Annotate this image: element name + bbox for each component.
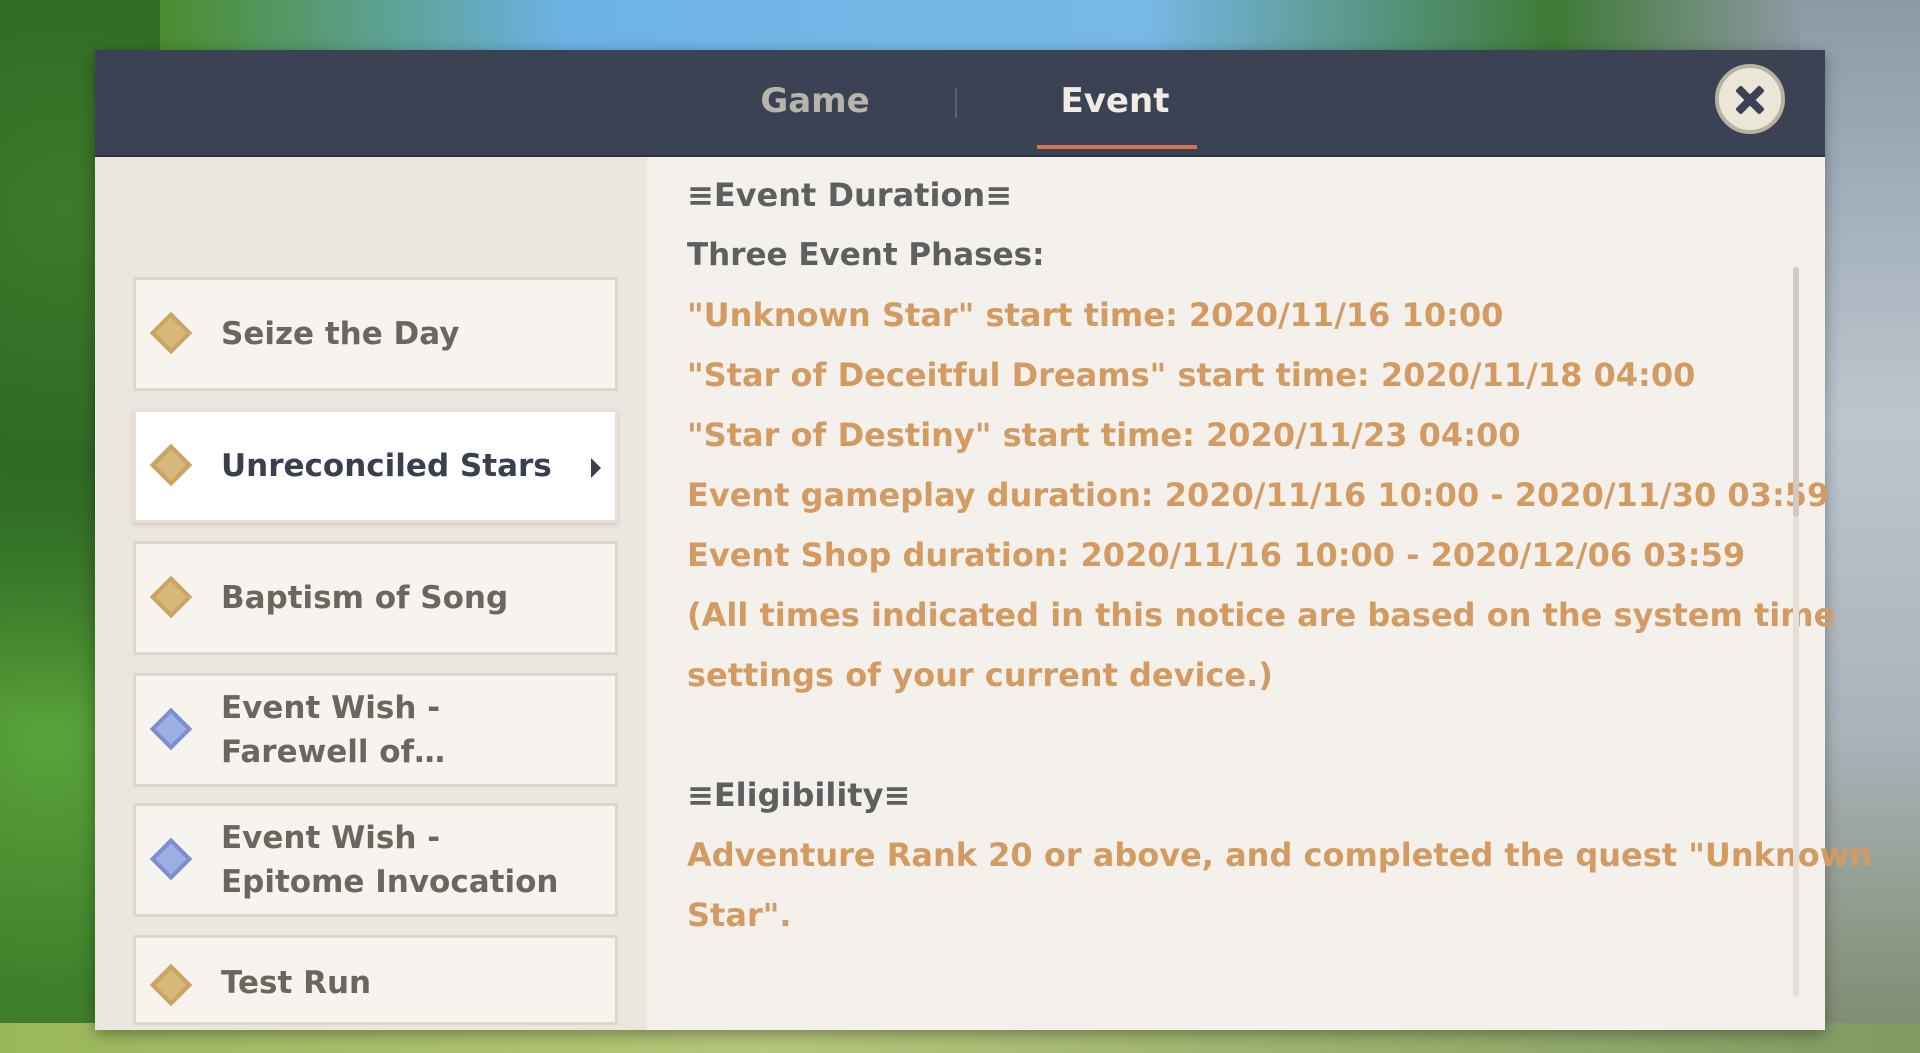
sidebar-item-label: Event Wish - Farewell of… [221,690,446,770]
sidebar-item-event-wish-farewell[interactable]: Event Wish - Farewell of… [133,673,618,787]
section-heading-duration: ≡Event Duration≡ [687,176,1013,214]
wish-star-icon [149,707,193,751]
wish-star-icon [149,837,193,881]
close-button[interactable] [1715,64,1785,134]
diamond-flag-icon [149,963,193,1007]
diamond-flag-icon [149,443,193,487]
tab-event[interactable]: Event [1035,76,1195,132]
sidebar-item-label: Seize the Day [221,316,460,352]
tab-divider [955,88,957,118]
sidebar-item-baptism-of-song[interactable]: Baptism of Song [133,541,618,655]
scrollbar-thumb[interactable] [1793,267,1799,517]
eligibility-line-1: Adventure Rank 20 or above, and complete… [687,836,1873,874]
time-note-line-2: settings of your current device.) [687,656,1273,694]
active-tab-indicator [1037,145,1197,149]
sidebar-item-seize-the-day[interactable]: Seize the Day [133,277,618,391]
sidebar-item-test-run[interactable]: Test Run [133,935,618,1025]
phase-3-start: "Star of Destiny" start time: 2020/11/23… [687,416,1521,454]
event-list-sidebar[interactable]: Seize the Day Unreconciled Stars Baptism… [95,157,647,1030]
eligibility-line-2: Star". [687,896,792,934]
sidebar-item-unreconciled-stars[interactable]: Unreconciled Stars [133,409,618,523]
sidebar-item-label: Event Wish - Epitome Invocation [221,820,559,900]
chevron-right-icon [591,458,601,478]
event-details[interactable]: ≡Event Duration≡ Three Event Phases: "Un… [647,157,1872,1030]
time-note-line-1: (All times indicated in this notice are … [687,596,1836,634]
diamond-flag-icon [149,575,193,619]
sidebar-item-label: Test Run [221,965,372,1001]
diamond-flag-icon [149,311,193,355]
event-notice-panel: Game Event Seize the Day Unreconciled St… [95,50,1872,1030]
phase-2-start: "Star of Deceitful Dreams" start time: 2… [687,356,1696,394]
section-heading-eligibility: ≡Eligibility≡ [687,776,911,814]
gameplay-duration: Event gameplay duration: 2020/11/16 10:0… [687,476,1830,514]
phases-title: Three Event Phases: [687,237,1045,273]
sidebar-item-event-wish-epitome[interactable]: Event Wish - Epitome Invocation [133,803,618,917]
header-bar: Game Event [95,50,1825,157]
phase-1-start: "Unknown Star" start time: 2020/11/16 10… [687,296,1504,334]
shop-duration: Event Shop duration: 2020/11/16 10:00 - … [687,536,1746,574]
sidebar-item-label: Baptism of Song [221,580,509,616]
sidebar-item-label: Unreconciled Stars [221,448,552,484]
tab-game[interactable]: Game [735,76,895,132]
